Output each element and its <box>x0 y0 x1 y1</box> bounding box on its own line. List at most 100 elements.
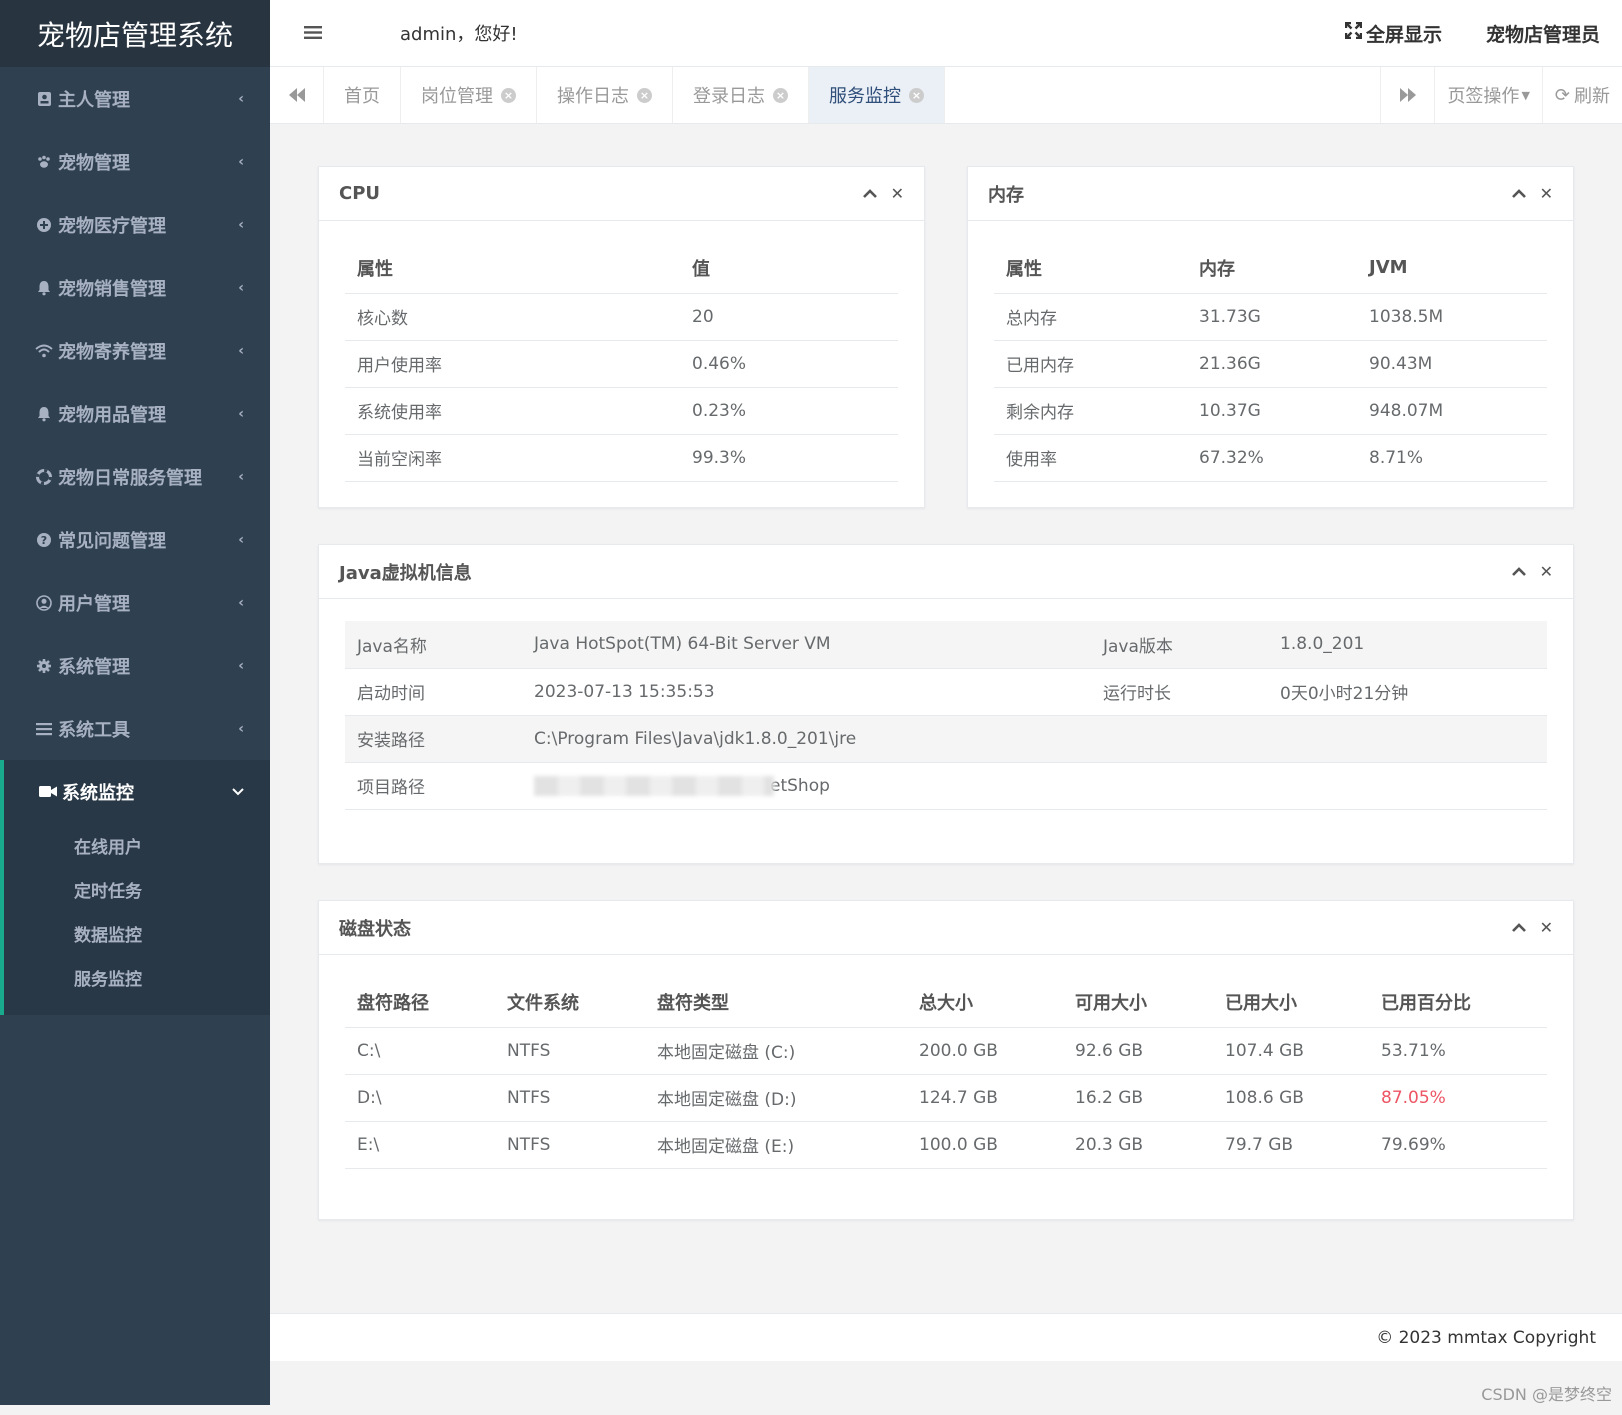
sidebar-item-boarding[interactable]: 宠物寄养管理 ‹ <box>0 319 270 382</box>
usage-warning-cell: 87.05% <box>1369 1074 1547 1122</box>
sidebar-item-label: 常见问题管理 <box>58 530 166 552</box>
expand-icon <box>1344 21 1363 44</box>
disk-panel: 磁盘状态 ✕ 盘符路径 文件系统 盘符类型 总大小 可用大小 已用大小 已用百分… <box>318 900 1574 1220</box>
table-cell: 10.37G <box>1187 387 1357 435</box>
table-cell: 运行时长 <box>1091 668 1268 716</box>
close-icon[interactable]: ✕ <box>1540 184 1553 203</box>
memory-table: 属性 内存 JVM 总内存 31.73G 1038.5M 已用内存 21.36G 90.… <box>994 243 1547 482</box>
page-ops-dropdown[interactable]: 页签操作 ▼ <box>1434 67 1541 123</box>
tab-service-monitor[interactable]: 服务监控 × <box>809 67 945 123</box>
table-cell: 系统使用率 <box>345 387 680 435</box>
fullscreen-label: 全屏显示 <box>1365 23 1442 46</box>
fullscreen-button[interactable]: 全屏显示 <box>1344 20 1442 47</box>
close-icon[interactable]: × <box>909 87 924 103</box>
tab-posts[interactable]: 岗位管理 × <box>401 67 537 123</box>
table-cell: 124.7 GB <box>907 1074 1063 1122</box>
chevron-left-icon: ‹ <box>238 531 244 548</box>
watermark-text: CSDN @是梦终空 <box>1481 1385 1612 1404</box>
submenu-item-scheduled-tasks[interactable]: 定时任务 <box>4 867 270 911</box>
table-cell: 当前空闲率 <box>345 434 680 482</box>
table-cell: NTFS <box>495 1027 645 1075</box>
video-camera-icon <box>38 785 58 798</box>
submenu-item-online-users[interactable]: 在线用户 <box>4 823 270 867</box>
cpu-panel: CPU ✕ 属性 值 核心数 20 用户使用率 0.46% 系统使用率 0.23% 当… <box>318 166 925 508</box>
chevron-left-icon: ‹ <box>238 720 244 737</box>
column-header: 盘符路径 <box>345 977 495 1028</box>
close-icon[interactable]: × <box>773 87 788 103</box>
gear-icon <box>34 658 54 674</box>
sidebar-item-tools[interactable]: 系统工具 ‹ <box>0 697 270 760</box>
table-cell: 已用内存 <box>994 340 1187 388</box>
table-row: 安装路径 C:\Program Files\Java\jdk1.8.0_201\… <box>345 715 1547 763</box>
chevron-down-icon <box>232 784 244 800</box>
table-row: Java名称 Java HotSpot(TM) 64-Bit Server VM… <box>345 621 1547 669</box>
table-cell: 100.0 GB <box>907 1121 1063 1169</box>
table-cell: 67.32% <box>1187 434 1357 482</box>
table-cell: 21.36G <box>1187 340 1357 388</box>
sidebar-item-system[interactable]: 系统管理 ‹ <box>0 634 270 697</box>
column-header: 已用百分比 <box>1369 977 1547 1028</box>
sidebar-item-monitor[interactable]: 系统监控 <box>4 760 270 823</box>
tab-operation-log[interactable]: 操作日志 × <box>537 67 673 123</box>
refresh-label: 刷新 <box>1574 86 1610 107</box>
submenu-item-service-monitor[interactable]: 服务监控 <box>4 955 270 999</box>
table-cell: 948.07M <box>1357 387 1547 435</box>
collapse-icon[interactable] <box>1511 184 1526 203</box>
refresh-icon: ⟳ <box>1554 84 1570 106</box>
table-row: E:\ NTFS 本地固定磁盘 (E:) 100.0 GB 20.3 GB 79… <box>345 1121 1547 1169</box>
column-header: 文件系统 <box>495 977 645 1028</box>
close-icon[interactable]: × <box>637 87 652 103</box>
collapse-icon[interactable] <box>1511 918 1526 937</box>
close-icon[interactable]: ✕ <box>891 184 904 203</box>
sidebar-item-label: 宠物销售管理 <box>58 278 166 300</box>
sidebar-item-label: 宠物用品管理 <box>58 404 166 426</box>
table-cell: etShop <box>522 762 1547 810</box>
sidebar-item-users[interactable]: 用户管理 ‹ <box>0 571 270 634</box>
table-cell: 31.73G <box>1187 293 1357 341</box>
tab-login-log[interactable]: 登录日志 × <box>673 67 809 123</box>
column-header: 属性 <box>345 243 680 294</box>
column-header: 内存 <box>1187 243 1357 294</box>
table-row: 启动时间 2023-07-13 15:35:53 运行时长 0天0小时21分钟 <box>345 668 1547 716</box>
table-cell: 0.23% <box>680 387 898 435</box>
table-row: C:\ NTFS 本地固定磁盘 (C:) 200.0 GB 92.6 GB 10… <box>345 1027 1547 1075</box>
sidebar-item-owner[interactable]: 主人管理 ‹ <box>0 67 270 130</box>
svg-text:?: ? <box>41 534 47 547</box>
table-cell: 本地固定磁盘 (D:) <box>645 1074 907 1122</box>
tab-home[interactable]: 首页 <box>324 67 401 123</box>
user-menu[interactable]: 宠物店管理员 <box>1486 20 1600 47</box>
menu-toggle-icon[interactable] <box>304 21 334 46</box>
sidebar-item-pet[interactable]: 宠物管理 ‹ <box>0 130 270 193</box>
top-header: admin，您好! 全屏显示 宠物店管理员 <box>270 0 1622 67</box>
refresh-button[interactable]: ⟳ 刷新 <box>1541 67 1622 123</box>
jvm-panel: Java虚拟机信息 ✕ Java名称 Java HotSpot(TM) 64-B… <box>318 544 1574 864</box>
cpu-table: 属性 值 核心数 20 用户使用率 0.46% 系统使用率 0.23% 当前空闲率 99… <box>345 243 898 482</box>
close-icon[interactable]: × <box>501 87 516 103</box>
table-cell: 108.6 GB <box>1213 1074 1369 1122</box>
sidebar-item-supplies[interactable]: 宠物用品管理 ‹ <box>0 382 270 445</box>
collapse-icon[interactable] <box>1511 562 1526 581</box>
table-cell: 安装路径 <box>345 715 522 763</box>
bell-icon <box>34 280 54 296</box>
sidebar-item-sales[interactable]: 宠物销售管理 ‹ <box>0 256 270 319</box>
sidebar-item-daily-service[interactable]: 宠物日常服务管理 ‹ <box>0 445 270 508</box>
table-row: 使用率 67.32% 8.71% <box>994 434 1547 482</box>
sidebar-item-faq[interactable]: ? 常见问题管理 ‹ <box>0 508 270 571</box>
panel-title: 内存 <box>988 184 1024 206</box>
page-ops-label: 页签操作 <box>1447 86 1520 107</box>
panel-header: 磁盘状态 ✕ <box>319 901 1573 955</box>
tab-scroll-right-button[interactable] <box>1380 67 1434 123</box>
submenu-item-data-monitor[interactable]: 数据监控 <box>4 911 270 955</box>
tab-scroll-left-button[interactable] <box>270 67 324 123</box>
table-cell: 200.0 GB <box>907 1027 1063 1075</box>
paw-icon <box>34 154 54 170</box>
sidebar-item-medical[interactable]: 宠物医疗管理 ‹ <box>0 193 270 256</box>
tab-label: 操作日志 <box>557 86 629 107</box>
close-icon[interactable]: ✕ <box>1540 918 1553 937</box>
close-icon[interactable]: ✕ <box>1540 562 1553 581</box>
collapse-icon[interactable] <box>862 184 877 203</box>
caret-down-icon: ▼ <box>1521 88 1530 102</box>
sidebar-item-label: 系统工具 <box>58 719 130 741</box>
table-cell: Java HotSpot(TM) 64-Bit Server VM <box>522 621 1091 669</box>
table-row: 总内存 31.73G 1038.5M <box>994 293 1547 341</box>
